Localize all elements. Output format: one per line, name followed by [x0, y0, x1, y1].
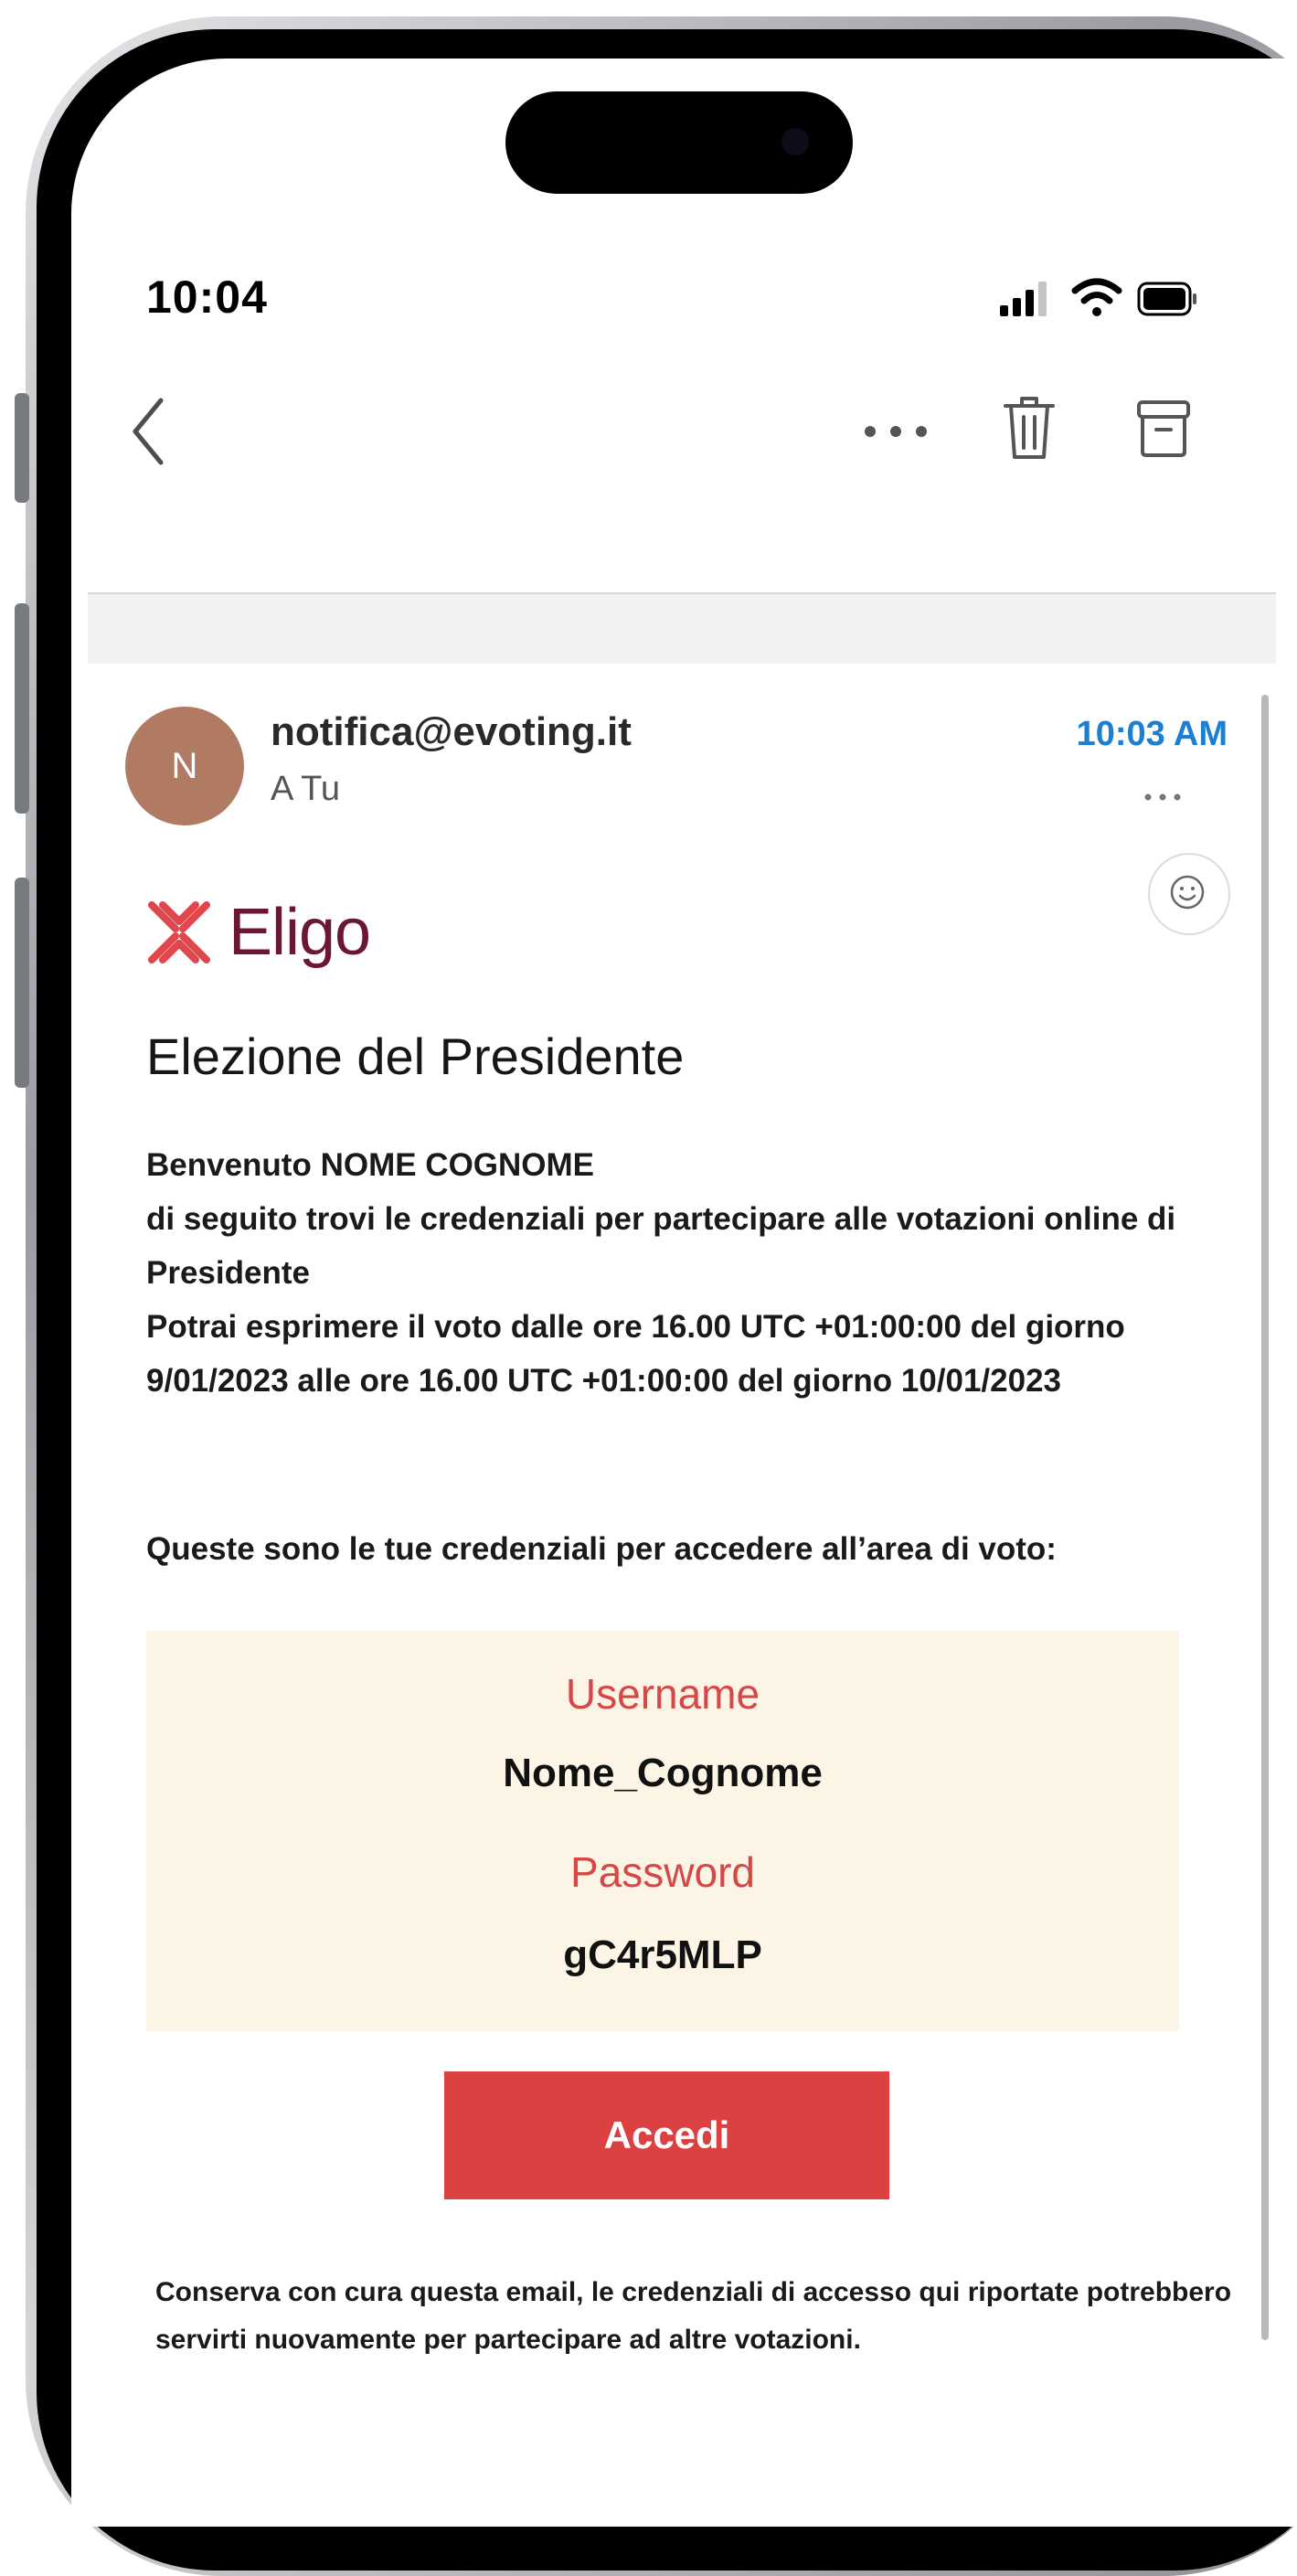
message-body: Benvenuto NOME COGNOME di seguito trovi … — [146, 1138, 1197, 1408]
credentials-box: Username Nome_Cognome Password gC4r5MLP — [146, 1631, 1179, 2031]
eligo-logo: Eligo — [144, 891, 371, 974]
phone-volume-up-button — [15, 603, 29, 814]
body-line: Potrai esprimere il voto dalle ore 16.00… — [146, 1309, 1125, 1399]
scrollbar[interactable] — [1261, 695, 1269, 2340]
recipient-label[interactable]: A Tu — [271, 770, 340, 809]
reaction-button[interactable] — [1148, 853, 1230, 935]
trash-icon[interactable] — [1002, 393, 1057, 463]
password-label: Password — [570, 1848, 755, 1896]
phone-volume-down-button — [15, 878, 29, 1088]
wifi-icon — [1071, 278, 1122, 316]
dynamic-island — [505, 91, 853, 194]
avatar: N — [125, 707, 244, 825]
eligo-logo-mark — [148, 901, 210, 963]
chevron-left-icon[interactable] — [128, 395, 168, 468]
message-title: Elezione del Presidente — [146, 1027, 685, 1085]
more-horizontal-icon[interactable] — [859, 410, 932, 453]
archive-icon[interactable] — [1135, 399, 1192, 459]
footer-note: Conserva con cura questa email, le crede… — [155, 2277, 1232, 2355]
battery-icon — [1137, 282, 1196, 316]
body-line: Benvenuto NOME COGNOME — [146, 1147, 595, 1183]
username-value[interactable]: Nome_Cognome — [146, 1751, 1179, 1796]
sender-address[interactable]: notifica@evoting.it — [271, 709, 632, 755]
received-time: 10:03 AM — [1076, 715, 1228, 753]
phone-side-button — [15, 393, 29, 503]
username-label: Username — [565, 1670, 760, 1718]
toolbar-divider — [88, 592, 1276, 664]
cellular-signal-icon — [1000, 282, 1047, 316]
password-value[interactable]: gC4r5MLP — [146, 1932, 1179, 1978]
credentials-intro: Queste sono le tue credenziali per acced… — [146, 1531, 1057, 1567]
status-icons — [1000, 278, 1196, 316]
status-time: 10:04 — [146, 271, 268, 323]
message-more-icon[interactable] — [1141, 788, 1185, 806]
body-line: di seguito trovi le credenziali per part… — [146, 1201, 1176, 1291]
eligo-logo-text: Eligo — [229, 896, 371, 969]
smiley-icon — [1170, 875, 1205, 910]
accedi-button[interactable]: Accedi — [444, 2071, 889, 2199]
